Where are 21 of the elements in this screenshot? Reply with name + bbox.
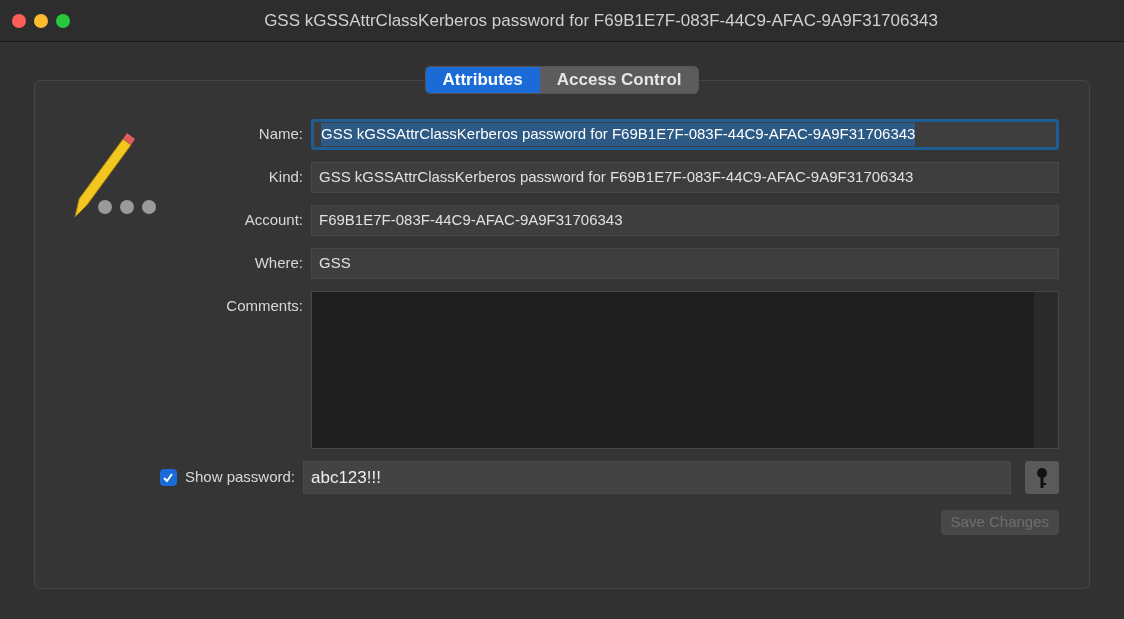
field-label: Kind: <box>267 167 303 188</box>
text-field[interactable]: GSS kGSSAttrClassKerberos password for F69B1E7F-083F-44C9-AFAC-9A9F31706343 <box>311 119 1059 150</box>
password-field[interactable]: abc123!!! <box>303 461 1011 494</box>
field-label: Account: <box>243 210 303 231</box>
key-button[interactable] <box>1025 461 1059 494</box>
minimize-button[interactable] <box>34 13 48 28</box>
window-title: GSS kGSSAttrClassKerberos password for F69B1E7F-083F-44C9-AFAC-9A9F31706343 <box>264 9 938 32</box>
text-field[interactable]: GSS kGSSAttrClassKerberos password for F69B1E7F-083F-44C9-AFAC-9A9F31706343 <box>311 162 1059 193</box>
text-field[interactable]: GSS <box>311 248 1059 279</box>
close-button[interactable] <box>12 13 26 28</box>
field-label: Where: <box>253 253 303 274</box>
key-icon <box>1036 466 1048 489</box>
checkbox[interactable] <box>159 469 177 486</box>
checkbox-label: Show password: <box>184 467 295 488</box>
text-field[interactable]: F69B1E7F-083F-44C9-AFAC-9A9F31706343 <box>311 205 1059 236</box>
field-label: Name: <box>257 124 303 145</box>
zoom-button[interactable] <box>56 13 70 28</box>
tab[interactable]: Attributes <box>425 67 540 93</box>
comments-field[interactable] <box>311 291 1059 449</box>
field-label: Comments: <box>225 296 303 316</box>
tab[interactable]: Access Control <box>539 67 699 93</box>
